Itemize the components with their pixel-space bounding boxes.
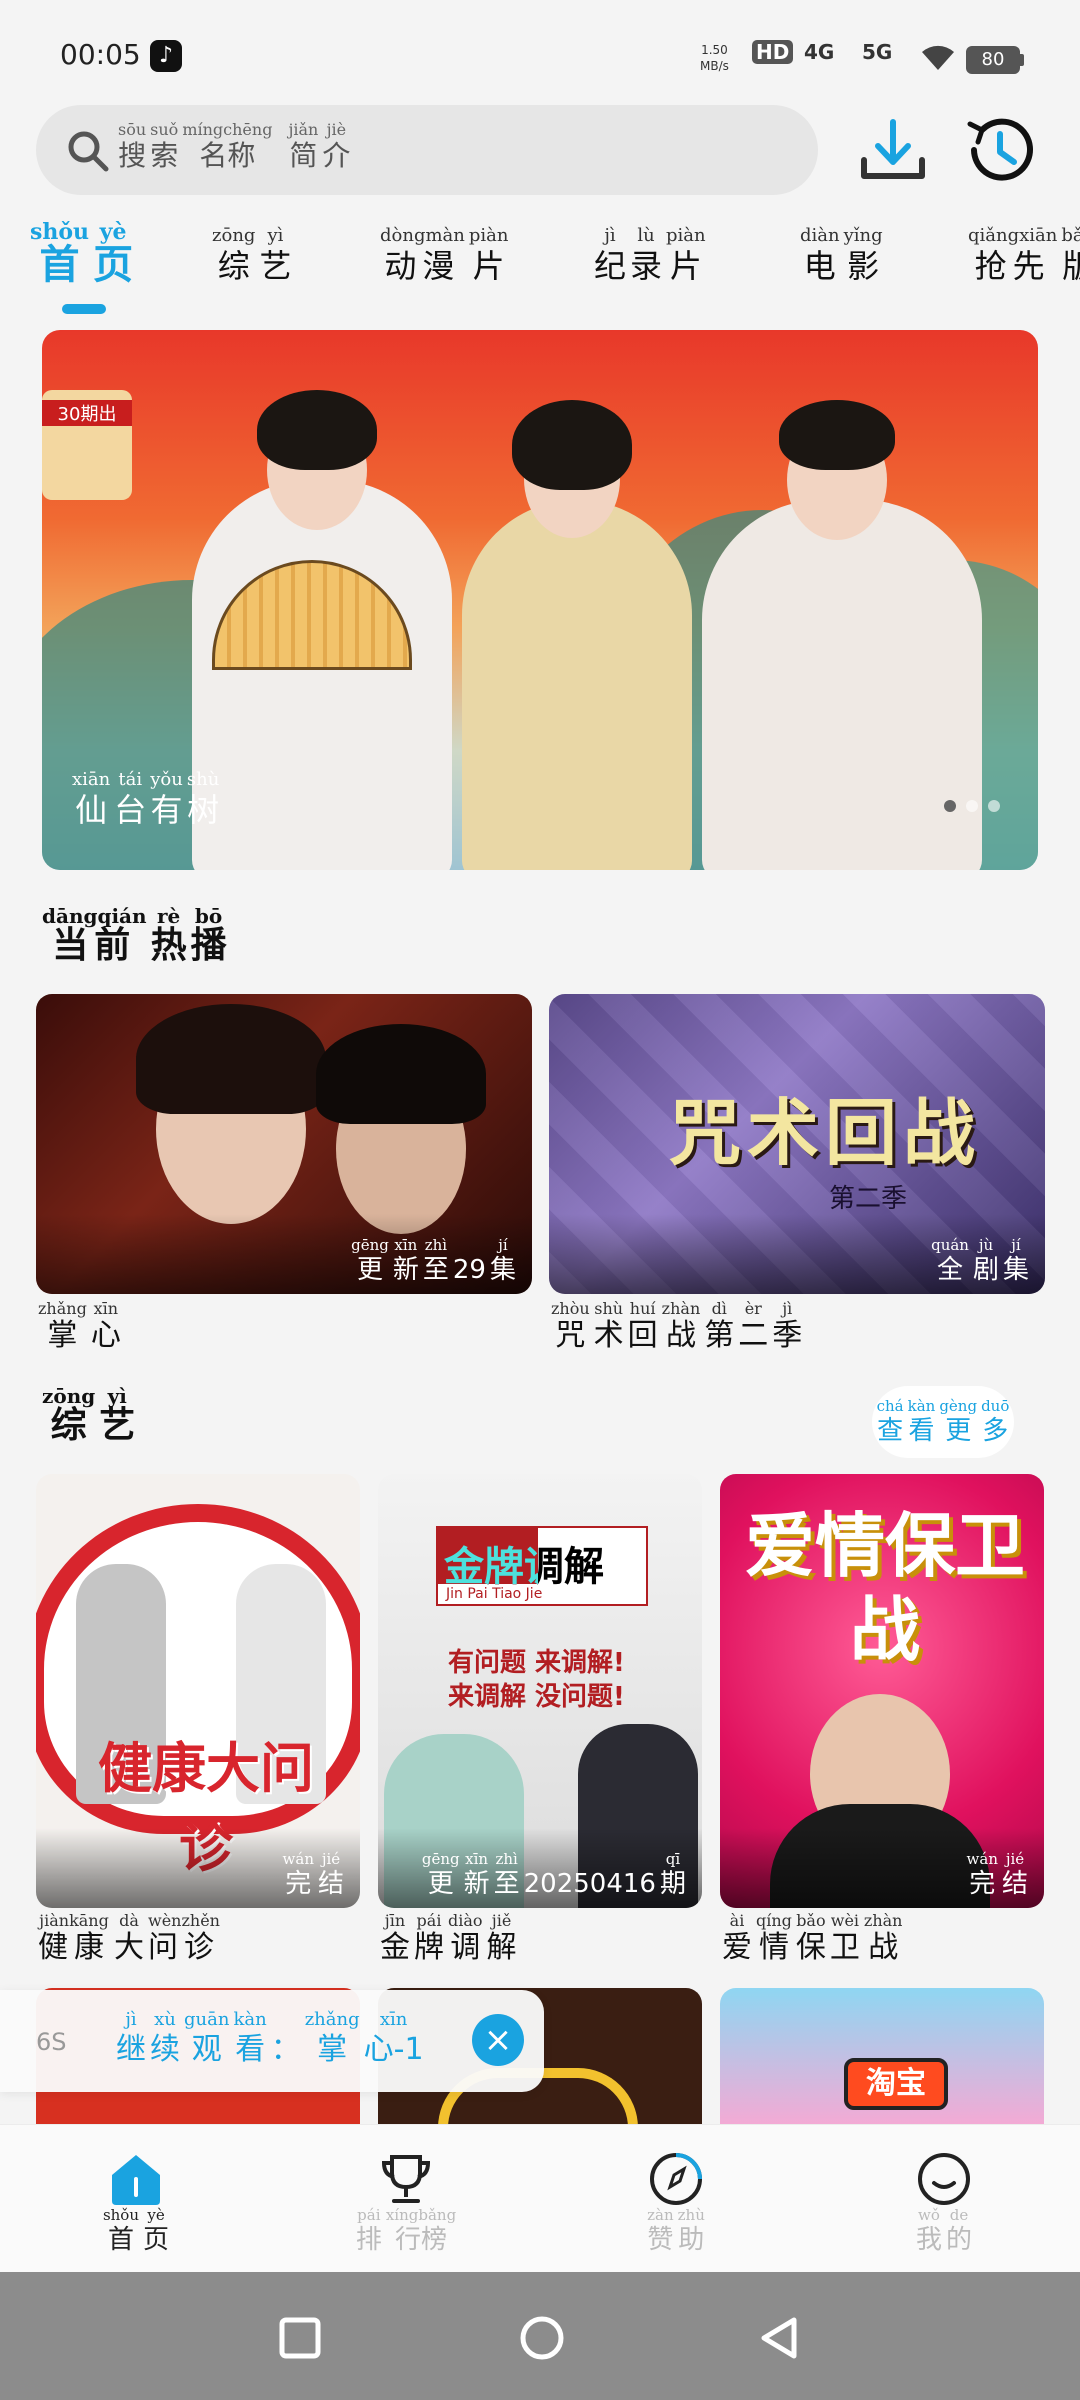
close-icon[interactable]: ×	[472, 2014, 524, 2066]
compass-icon	[650, 2153, 702, 2205]
section-title-variety: zōng 综 yì 艺	[42, 1384, 136, 1446]
nav-sponsor[interactable]: zàn 赞 zhù 助	[576, 2125, 776, 2273]
home-button-icon[interactable]	[518, 2314, 566, 2362]
episode-badge: quán 全 jù 剧 jí 集	[931, 1236, 1029, 1286]
poster-slogan-2: 来调解 没问题!	[448, 1682, 625, 1712]
battery-cap	[1020, 54, 1024, 66]
tab-anime[interactable]: dòngmàn 动漫 piàn 片	[378, 226, 510, 286]
signal-4g: 4G	[804, 40, 835, 64]
status-badge: wán 完 jié 结	[282, 1850, 344, 1900]
nav-ranking[interactable]: pái 排 xíngbǎng 行榜	[306, 2125, 506, 2273]
nav-label: wǒ 我 de 的	[915, 2206, 973, 2256]
carousel-dot	[988, 800, 1000, 812]
variety-card-love[interactable]: 爱情保卫战 wán 完 jié 结	[720, 1474, 1044, 1908]
section-title-current-hot: dāngqián 当前 rè 热 bō 播	[42, 904, 227, 966]
variety-card-peek-3[interactable]: 淘宝	[720, 1988, 1044, 2128]
variety-card-mediation[interactable]: 金牌调解 Jin Pai Tiao Jie 有问题 来调解! 来调解 没问题! …	[378, 1474, 702, 1908]
variety-title-love[interactable]: ài 爱 qíng 情 bǎo 保 wèi 卫 zhàn 战	[720, 1912, 904, 1966]
nav-home[interactable]: shǒu 首 yè 页	[36, 2125, 236, 2273]
tab-variety[interactable]: zōng 综 yì 艺	[210, 226, 293, 286]
poster-title: 咒术回战	[669, 1091, 982, 1175]
tab-indicator	[62, 304, 106, 314]
system-navigation-bar	[0, 2272, 1080, 2400]
variety-title-mediation[interactable]: jīn 金 pái 牌 diào 调 jiě 解	[378, 1912, 519, 1966]
clock: 00:05	[60, 38, 141, 71]
battery-icon: 80	[966, 46, 1020, 74]
recents-icon[interactable]	[278, 2316, 322, 2360]
category-tabs: shǒu 首 yè 页 zōng 综 yì 艺 dòngmàn 动漫 piàn 片 jì 纪 …	[0, 212, 1080, 322]
hd-icon: HD	[752, 40, 794, 64]
home-icon	[112, 2155, 160, 2205]
poster-title: 爱情保卫战	[745, 1505, 1025, 1671]
view-more-button[interactable]: chá 查 kàn 看 gèng 更 duō 多	[872, 1386, 1014, 1458]
banner-caption: xiān 仙 tái 台 yǒu 有 shù 树	[72, 769, 220, 830]
episode-badge: gēng 更 xīn 新 zhì 至 20250416 qī 期	[421, 1850, 686, 1900]
nav-profile[interactable]: wǒ 我 de 的	[844, 2125, 1044, 2273]
nav-label: pái 排 xíngbǎng 行榜	[355, 2206, 457, 2256]
carousel-dot	[944, 800, 956, 812]
history-icon[interactable]	[962, 110, 1038, 190]
hot-title-zhangxin[interactable]: zhǎng 掌 xīn 心	[36, 1300, 123, 1354]
continue-watching-text[interactable]: jì 继 xù 续 guān 观 kàn 看 ： zhǎng 掌 xīn 心-1	[114, 2010, 426, 2070]
poster-title: 金牌调解	[444, 1544, 604, 1590]
variety-title-health[interactable]: jiànkāng 健康 dà 大 wènzhěn 问诊	[36, 1912, 222, 1966]
hero-banner[interactable]: 30期出 xiān 仙 tái 台 yǒu 有 shù 树	[42, 330, 1038, 870]
hot-card-zhangxin[interactable]: gēng 更 xīn 新 zhì 至 29 jí 集	[36, 994, 532, 1294]
speed-value: 1.50	[701, 43, 728, 57]
tab-movie[interactable]: diàn 电 yǐng 影	[798, 226, 885, 286]
show-poster-badge: 30期出	[42, 390, 132, 500]
wifi-icon	[922, 45, 954, 70]
network-speed: 1.50 MB/s	[700, 42, 729, 74]
status-bar: 00:05 ♪ 1.50 MB/s HD 4G 5G 80	[0, 0, 1080, 110]
back-icon[interactable]	[756, 2314, 802, 2362]
tab-documentary[interactable]: jì 纪 lù 录 piàn 片	[592, 226, 708, 286]
tab-early-release[interactable]: qiǎngxiān抢先 bǎn版	[966, 226, 1080, 286]
continue-watching-toast[interactable]: 6S jì 继 xù 续 guān 观 kàn 看 ： zhǎng 掌 xīn 心-1 ×	[0, 1990, 544, 2092]
variety-card-health[interactable]: 健康大问诊 wán完 jié结	[36, 1474, 360, 1908]
performer-left	[192, 480, 452, 870]
poster-subtitle: 第二季	[829, 1184, 908, 1214]
bottom-navigation: shǒu 首 yè 页 pái 排 xíngbǎng 行榜 zàn 赞 zhù 助	[0, 2124, 1080, 2272]
download-icon[interactable]	[858, 110, 928, 190]
tab-home[interactable]: shǒu 首 yè 页	[28, 221, 135, 288]
search-icon	[68, 131, 109, 172]
signal-5g: 5G	[862, 40, 893, 64]
status-badge: wán 完 jié 结	[966, 1850, 1028, 1900]
trophy-icon	[381, 2155, 431, 2203]
speed-unit: MB/s	[700, 59, 729, 73]
tiktok-icon: ♪	[150, 40, 182, 72]
smile-icon	[918, 2153, 970, 2205]
nav-label: shǒu 首 yè 页	[102, 2206, 170, 2256]
performer-center	[462, 500, 692, 870]
search-bar[interactable]: sōu 搜 suǒ 索 míngchēng 名称 jiǎn 简 jiè 介	[36, 105, 818, 195]
countdown: 6S	[36, 2028, 67, 2056]
search-placeholder: sōu 搜 suǒ 索 míngchēng 名称 jiǎn 简 jiè 介	[118, 120, 351, 173]
hot-title-jujutsu[interactable]: zhòu 咒 shù 术 huí 回 zhàn 战 dì 第 èr 二 jì 季	[549, 1300, 804, 1354]
carousel-dots	[944, 800, 1000, 812]
poster-slogan-1: 有问题 来调解!	[448, 1648, 625, 1678]
nav-label: zàn 赞 zhù 助	[647, 2206, 705, 2256]
performer-right	[702, 500, 982, 870]
episode-badge: gēng 更 xīn 新 zhì 至 29 jí 集	[351, 1236, 516, 1286]
hot-card-jujutsu[interactable]: 咒术回战 第二季 quán 全 jù 剧 jí 集	[549, 994, 1045, 1294]
poster-subtitle: Jin Pai Tiao Jie	[446, 1586, 543, 1602]
peek-logo: 淘宝	[844, 2058, 948, 2110]
carousel-dot	[966, 800, 978, 812]
